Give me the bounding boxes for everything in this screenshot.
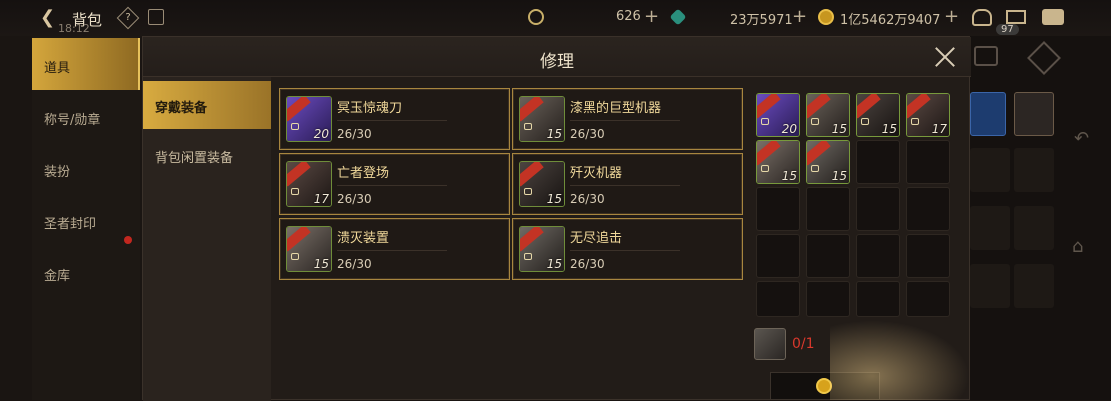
- close-icon[interactable]: [933, 45, 957, 69]
- house-outline-icon: ⌂: [1072, 236, 1084, 257]
- weapon-item-icon: [1014, 92, 1054, 136]
- equipment-thumbnail: 17: [286, 161, 332, 207]
- equipment-thumbnail: 15: [519, 226, 565, 272]
- equipment-card[interactable]: 20 冥玉惊魂刀 26/30: [279, 88, 510, 150]
- phone-icon: [974, 46, 998, 66]
- tab-list: 穿戴装备 背包闲置装备: [143, 77, 271, 401]
- lock-icon: [291, 253, 299, 260]
- dialog-header: 修理: [143, 37, 971, 77]
- bg-slot: [970, 206, 1010, 250]
- grid-item-slot[interactable]: 17: [906, 93, 950, 137]
- add-gold-button[interactable]: +: [944, 6, 959, 27]
- empty-slot: [756, 187, 800, 231]
- equipment-name: 冥玉惊魂刀: [337, 101, 403, 116]
- empty-slot: [806, 281, 850, 317]
- empty-slot: [856, 281, 900, 317]
- equipment-name: 亡者登场: [337, 166, 390, 181]
- empty-slot: [856, 140, 900, 184]
- background-inventory: ↶ ⌂: [970, 36, 1111, 400]
- lock-icon: [524, 123, 532, 130]
- durability: 26/30: [570, 257, 605, 271]
- equipment-thumbnail: 15: [519, 96, 565, 142]
- sidebar-item-items[interactable]: 道具: [32, 38, 140, 90]
- sidebar-item-outfit[interactable]: 装扮: [32, 142, 140, 194]
- dialog-title: 修理: [540, 52, 574, 72]
- empty-slot: [906, 281, 950, 317]
- equipment-name: 溃灭装置: [337, 231, 390, 246]
- empty-slot: [856, 234, 900, 278]
- mail-icon[interactable]: [1006, 10, 1026, 24]
- return-arrow-icon: ↶: [1074, 128, 1090, 149]
- sidebar: 道具 称号/勋章 装扮 圣者封印 金库: [32, 36, 140, 400]
- clock: 18:12: [58, 22, 90, 35]
- grid-item-slot[interactable]: 20: [756, 93, 800, 137]
- book-icon[interactable]: [148, 9, 164, 25]
- star-badge-icon: [1027, 41, 1061, 75]
- help-icon[interactable]: ?: [116, 6, 140, 30]
- equipment-card[interactable]: 17 亡者登场 26/30: [279, 153, 510, 215]
- durability: 26/30: [337, 127, 372, 141]
- lock-icon: [291, 188, 299, 195]
- empty-slot: [756, 234, 800, 278]
- material-count: 0/1: [792, 336, 815, 352]
- robot-icon[interactable]: [972, 9, 992, 26]
- add-crystal-button[interactable]: +: [792, 6, 807, 27]
- equipment-card[interactable]: 15 溃灭装置 26/30: [279, 218, 510, 280]
- bg-slot: [970, 264, 1010, 308]
- empty-slot: [806, 234, 850, 278]
- empty-slot: [756, 281, 800, 317]
- empty-slot: [806, 187, 850, 231]
- equipment-card[interactable]: 15 无尽追击 26/30: [512, 218, 743, 280]
- equipment-card[interactable]: 15 歼灭机器 26/30: [512, 153, 743, 215]
- equipment-name: 歼灭机器: [570, 166, 623, 181]
- equipment-thumbnail: 15: [286, 226, 332, 272]
- empty-slot: [906, 234, 950, 278]
- equipment-name: 漆黑的巨型机器: [570, 101, 662, 116]
- currency-gold-value: 1亿5462万9407: [840, 13, 941, 28]
- grid-item-slot[interactable]: 15: [856, 93, 900, 137]
- grid-item-slot[interactable]: 15: [756, 140, 800, 184]
- c-coin-icon: [528, 9, 544, 25]
- durability: 26/30: [570, 127, 605, 141]
- durability: 26/30: [570, 192, 605, 206]
- equipment-name: 无尽追击: [570, 231, 623, 246]
- grid-item-slot[interactable]: 15: [806, 93, 850, 137]
- tab-equipped-gear[interactable]: 穿戴装备: [143, 81, 271, 129]
- gold-coin-icon: [818, 9, 834, 25]
- chat-icon[interactable]: [1042, 9, 1064, 25]
- currency-crystal-value: 23万5971: [730, 13, 793, 28]
- add-c-coin-button[interactable]: +: [644, 6, 659, 27]
- top-bar: ❮ 背包 18:12 ? 626 + 23万5971 + 1亿5462万9407…: [0, 0, 1111, 36]
- bg-slot: [1014, 148, 1054, 192]
- durability: 26/30: [337, 192, 372, 206]
- back-arrow-icon[interactable]: ❮: [40, 9, 60, 27]
- bg-slot: [1014, 264, 1054, 308]
- empty-slot: [906, 187, 950, 231]
- equipment-card[interactable]: 15 漆黑的巨型机器 26/30: [512, 88, 743, 150]
- lock-icon: [524, 188, 532, 195]
- equipment-thumbnail: 20: [286, 96, 332, 142]
- alert-dot: [124, 236, 132, 244]
- bg-slot: [1014, 206, 1054, 250]
- repair-material-icon[interactable]: [754, 328, 786, 360]
- sidebar-item-vault[interactable]: 金库: [32, 246, 140, 298]
- grid-item-slot[interactable]: 15: [806, 140, 850, 184]
- home-icon: [970, 92, 1006, 136]
- sidebar-item-titles[interactable]: 称号/勋章: [32, 90, 140, 142]
- lock-icon: [524, 253, 532, 260]
- bg-slot: [970, 148, 1010, 192]
- equipment-thumbnail: 15: [519, 161, 565, 207]
- currency-c-value: 626: [616, 9, 641, 24]
- lock-icon: [291, 123, 299, 130]
- tab-idle-gear[interactable]: 背包闲置装备: [143, 131, 271, 179]
- empty-slot: [906, 140, 950, 184]
- notification-badge: 97: [996, 24, 1019, 35]
- crystal-icon: [669, 8, 687, 26]
- empty-slot: [856, 187, 900, 231]
- durability: 26/30: [337, 257, 372, 271]
- gold-coin-icon: [816, 378, 832, 394]
